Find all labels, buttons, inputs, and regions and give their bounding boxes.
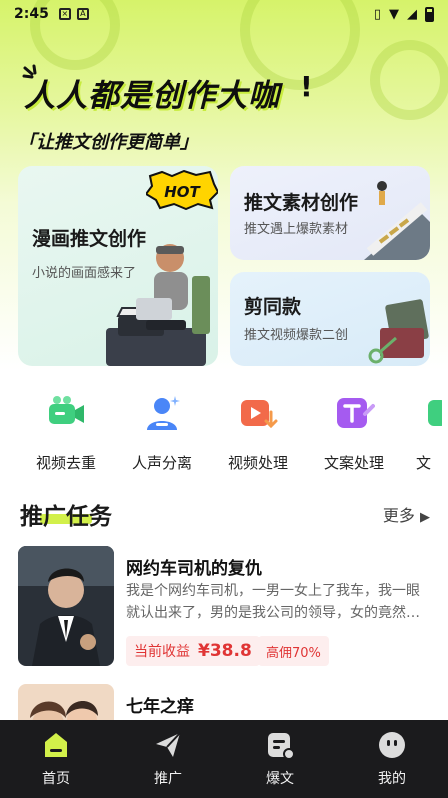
text-edit-icon bbox=[333, 392, 375, 434]
profile-icon bbox=[377, 730, 407, 760]
card-title: 剪同款 bbox=[244, 296, 302, 318]
tool-more[interactable]: 文 bbox=[400, 392, 448, 473]
clip-same-style-card[interactable]: 剪同款 推文视频爆款二创 bbox=[230, 272, 430, 366]
tool-voice-separation[interactable]: 人声分离 bbox=[114, 392, 210, 473]
card-subtitle: 推文视频爆款二创 bbox=[244, 328, 349, 343]
tool-label: 人声分离 bbox=[131, 454, 192, 472]
tool-label: 视频处理 bbox=[227, 454, 288, 472]
tab-label: 爆文 bbox=[266, 771, 294, 787]
more-label: 更多 bbox=[382, 506, 415, 525]
hero-slogan: 人人都是创作大咖 bbox=[24, 78, 280, 114]
spark-decoration-icon bbox=[22, 64, 37, 79]
task-item[interactable]: 网约车司机的复仇 我是个网约车司机，一男一女上了我车，我一眼就认出来了，男的是我… bbox=[18, 546, 430, 666]
tab-label: 我的 bbox=[378, 771, 406, 787]
hot-badge-icon: HOT bbox=[146, 170, 218, 210]
task-title: 七年之痒 bbox=[126, 697, 194, 717]
bottom-tab-bar: 首页 推广 爆文 我的 bbox=[0, 720, 448, 798]
task-item[interactable]: 七年之痒 bbox=[18, 684, 430, 720]
tab-promote[interactable]: 推广 bbox=[128, 730, 208, 788]
wifi-icon: ▼ bbox=[389, 6, 399, 22]
section-title: 推广任务 bbox=[20, 504, 112, 530]
chevron-right-icon: ▶ bbox=[420, 510, 430, 525]
battery-icon bbox=[425, 6, 434, 22]
notification-a-icon: A bbox=[76, 8, 89, 20]
vibrate-icon: ▯ bbox=[373, 6, 381, 22]
tab-mine[interactable]: 我的 bbox=[352, 730, 432, 788]
tool-label: 文 bbox=[416, 454, 432, 472]
tool-video-dedupe[interactable]: 视频去重 bbox=[18, 392, 114, 473]
hero-subslogan: 「让推文创作更简单」 bbox=[18, 132, 198, 153]
tab-label: 推广 bbox=[154, 771, 182, 787]
status-time: 2:45 bbox=[14, 6, 49, 22]
book-stairs-illustration-icon bbox=[364, 181, 430, 260]
material-creation-card[interactable]: 推文素材创作 推文遇上爆款素材 bbox=[230, 166, 430, 260]
task-title: 网约车司机的复仇 bbox=[126, 559, 262, 579]
earnings-amount: ¥38.8 bbox=[198, 641, 252, 661]
more-link[interactable]: 更多 ▶ bbox=[383, 502, 430, 526]
status-bar: 2:45 × A ▯ ▼ ◢ bbox=[0, 0, 448, 28]
send-icon bbox=[153, 730, 183, 760]
book-scissors-illustration-icon bbox=[368, 299, 429, 364]
creator-illustration-icon bbox=[106, 244, 210, 366]
tools-row: 视频去重 人声分离 视频处理 文案处理 文 bbox=[0, 392, 448, 478]
hot-article-icon bbox=[265, 730, 295, 760]
tool-label: 视频去重 bbox=[35, 454, 96, 472]
home-icon bbox=[41, 730, 71, 760]
hero-slogan-mark: ! bbox=[300, 70, 313, 103]
signal-icon: ◢ bbox=[407, 6, 417, 22]
more-tool-icon bbox=[424, 392, 442, 434]
card-subtitle: 推文遇上爆款素材 bbox=[244, 222, 349, 237]
film-reel-decoration bbox=[370, 40, 448, 120]
tab-label: 首页 bbox=[42, 771, 70, 787]
earnings-label: 当前收益 bbox=[134, 644, 190, 660]
earnings-tag: 当前收益 ¥38.8 bbox=[126, 636, 260, 666]
tool-copy-processing[interactable]: 文案处理 bbox=[306, 392, 402, 473]
task-description: 我是个网约车司机，一男一女上了我车，我一眼就认出来了，男的是我公司的领导，女的竟… bbox=[126, 583, 420, 621]
tool-video-processing[interactable]: 视频处理 bbox=[210, 392, 306, 473]
task-cover-image bbox=[18, 684, 114, 720]
card-title: 推文素材创作 bbox=[244, 192, 359, 214]
voice-person-icon bbox=[141, 392, 183, 434]
tab-home[interactable]: 首页 bbox=[16, 730, 96, 788]
hot-badge-text: HOT bbox=[164, 183, 201, 201]
task-cover-image bbox=[18, 546, 114, 666]
status-icons: ▯ ▼ ◢ bbox=[373, 6, 434, 22]
tool-label: 文案处理 bbox=[323, 454, 384, 472]
notification-icon: × bbox=[58, 8, 71, 20]
tab-hot-articles[interactable]: 爆文 bbox=[240, 730, 320, 788]
video-camera-icon bbox=[45, 392, 87, 434]
commission-tag: 高佣70% bbox=[258, 636, 329, 666]
video-play-icon bbox=[237, 392, 279, 434]
